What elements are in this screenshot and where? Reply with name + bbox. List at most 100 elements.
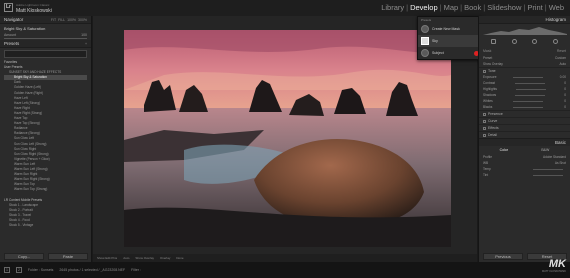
treatment-color[interactable]: Color bbox=[500, 148, 508, 152]
navigator-zoom-2[interactable]: 100% bbox=[67, 18, 76, 22]
histogram-header[interactable]: Histogram bbox=[479, 16, 570, 24]
slider-value[interactable]: 0 bbox=[564, 99, 566, 103]
masking-tool-icon[interactable] bbox=[553, 39, 559, 44]
slider-track[interactable] bbox=[513, 76, 544, 78]
navigator-header[interactable]: Navigator FIT FILL 100% 300% bbox=[0, 16, 91, 24]
show-overlay-label: Show Overlay bbox=[483, 62, 503, 66]
slider-value[interactable]: 0.00 bbox=[560, 75, 566, 79]
presets-header[interactable]: Presets + bbox=[0, 40, 91, 48]
module-develop[interactable]: Develop bbox=[410, 3, 438, 12]
toolbar-item-0[interactable]: Show Edit Pins bbox=[97, 256, 117, 260]
preset-preview: Bright Sky & Saturation Amount 100 bbox=[0, 24, 91, 39]
slider-track[interactable] bbox=[515, 94, 546, 96]
module-slideshow[interactable]: Slideshow bbox=[487, 3, 521, 12]
section-toggle[interactable] bbox=[483, 119, 486, 123]
section-effects[interactable]: Effects bbox=[479, 124, 570, 131]
toolbar-done-button[interactable]: Done bbox=[176, 256, 183, 260]
mask-thumbnail-icon bbox=[421, 37, 429, 45]
crop-tool-icon[interactable] bbox=[490, 39, 496, 44]
add-preset-icon[interactable]: + bbox=[85, 42, 87, 46]
slider-track[interactable] bbox=[513, 106, 544, 108]
toolbar-item-2[interactable]: Show Overlay bbox=[135, 256, 154, 260]
basic-panel-header[interactable]: Basic bbox=[479, 138, 570, 146]
preview-amount-label: Amount bbox=[4, 33, 17, 37]
navigator-zoom-0[interactable]: FIT bbox=[51, 18, 56, 22]
slider-label: Highlights bbox=[483, 87, 497, 91]
basic-title: Basic bbox=[554, 140, 566, 145]
section-label: Effects bbox=[488, 126, 499, 130]
section-toggle[interactable] bbox=[483, 126, 486, 130]
slider-value[interactable]: 0 bbox=[564, 81, 566, 85]
preview-preset-name: Bright Sky & Saturation bbox=[4, 26, 46, 31]
temp-slider[interactable] bbox=[533, 168, 563, 170]
mask-header: Mask Reset bbox=[479, 47, 570, 55]
section-presence[interactable]: Presence bbox=[479, 110, 570, 117]
slider-track[interactable] bbox=[513, 100, 544, 102]
previous-button[interactable]: Previous bbox=[483, 253, 523, 260]
temp-label: Temp bbox=[483, 167, 491, 171]
add-mask-icon bbox=[421, 25, 429, 33]
mask-row-sky[interactable]: Sky bbox=[418, 35, 482, 47]
toolbar-item-3[interactable]: Overlay bbox=[160, 256, 170, 260]
mask-reset[interactable]: Reset bbox=[557, 49, 566, 53]
slider-label: Whites bbox=[483, 99, 493, 103]
filter-label[interactable]: Filter : bbox=[131, 268, 141, 272]
navigator-zoom-1[interactable]: FILL bbox=[58, 18, 65, 22]
preset-value[interactable]: Custom bbox=[555, 56, 566, 60]
create-new-mask-row[interactable]: Create New Mask bbox=[418, 23, 482, 35]
preview-amount-value[interactable]: 100 bbox=[81, 33, 87, 37]
module-library[interactable]: Library bbox=[381, 3, 404, 12]
treatment-toggle: Color B&W bbox=[479, 146, 570, 154]
mask-label: Mask bbox=[483, 49, 492, 53]
page-2-button[interactable]: 2 bbox=[15, 267, 22, 273]
heal-tool-icon[interactable] bbox=[511, 39, 517, 44]
module-separator: | bbox=[439, 3, 442, 12]
presets-filter-bar[interactable] bbox=[4, 50, 87, 58]
navigator-zoom-3[interactable]: 300% bbox=[78, 18, 87, 22]
profile-label: Profile bbox=[483, 155, 493, 159]
module-book[interactable]: Book bbox=[464, 3, 481, 12]
section-curve[interactable]: Curve bbox=[479, 117, 570, 124]
red-eye-tool-icon[interactable] bbox=[532, 39, 538, 44]
wb-value[interactable]: As Shot bbox=[555, 161, 566, 165]
slider-track[interactable] bbox=[514, 82, 545, 84]
slider-value[interactable]: 0 bbox=[564, 87, 566, 91]
section-toggle[interactable] bbox=[483, 69, 486, 73]
lightroom-logo: Lr bbox=[4, 3, 13, 12]
slider-value[interactable]: 0 bbox=[564, 93, 566, 97]
paste-button[interactable]: Paste bbox=[48, 253, 88, 260]
toolbar-item-1[interactable]: Auto bbox=[123, 256, 129, 260]
mask-row-subject[interactable]: Subject bbox=[418, 47, 482, 59]
section-label: Presence bbox=[488, 112, 503, 116]
module-picker: Library | Develop | Map | Book | Slideshow | Print… bbox=[381, 3, 564, 12]
section-detail[interactable]: Detail bbox=[479, 131, 570, 138]
tint-slider[interactable] bbox=[533, 174, 563, 176]
identity-plate: Matt Kloskowski bbox=[16, 8, 52, 14]
status-folder[interactable]: Folder : Sunsets bbox=[28, 268, 53, 272]
top-bar: Lr Adobe Lightroom Classic Matt Kloskows… bbox=[0, 0, 570, 16]
develop-tool-strip bbox=[479, 36, 570, 47]
mask-sky-label: Sky bbox=[432, 39, 438, 43]
module-web[interactable]: Web bbox=[549, 3, 564, 12]
mask-subject-icon bbox=[421, 49, 429, 57]
module-print[interactable]: Print bbox=[527, 3, 542, 12]
page-1-button[interactable]: 1 bbox=[4, 267, 10, 273]
viewer-toolbar: Show Edit Pins Auto Show Overlay Overlay… bbox=[93, 254, 477, 262]
navigator-title: Navigator bbox=[4, 17, 24, 22]
section-tone[interactable]: Tone bbox=[479, 67, 570, 74]
navigator-zoom-tools[interactable]: FIT FILL 100% 300% bbox=[49, 18, 87, 22]
auto-label[interactable]: Auto bbox=[559, 62, 566, 66]
slider-track[interactable] bbox=[515, 88, 546, 90]
module-map[interactable]: Map bbox=[444, 3, 459, 12]
preset-group[interactable]: Stock 5 - Vintage bbox=[4, 223, 87, 228]
left-panel: Navigator FIT FILL 100% 300% Bright Sky & S… bbox=[0, 16, 92, 262]
section-toggle[interactable] bbox=[483, 112, 486, 116]
slider-value[interactable]: 0 bbox=[564, 105, 566, 109]
tint-row[interactable]: Tint bbox=[479, 172, 570, 178]
copy-button[interactable]: Copy... bbox=[4, 253, 44, 260]
masks-panel: Presets Create New Mask Sky Subject bbox=[417, 16, 483, 60]
section-toggle[interactable] bbox=[483, 133, 486, 137]
profile-value[interactable]: Adobe Standard bbox=[543, 155, 566, 159]
photo-seascape[interactable] bbox=[124, 30, 451, 247]
treatment-bw[interactable]: B&W bbox=[541, 148, 549, 152]
